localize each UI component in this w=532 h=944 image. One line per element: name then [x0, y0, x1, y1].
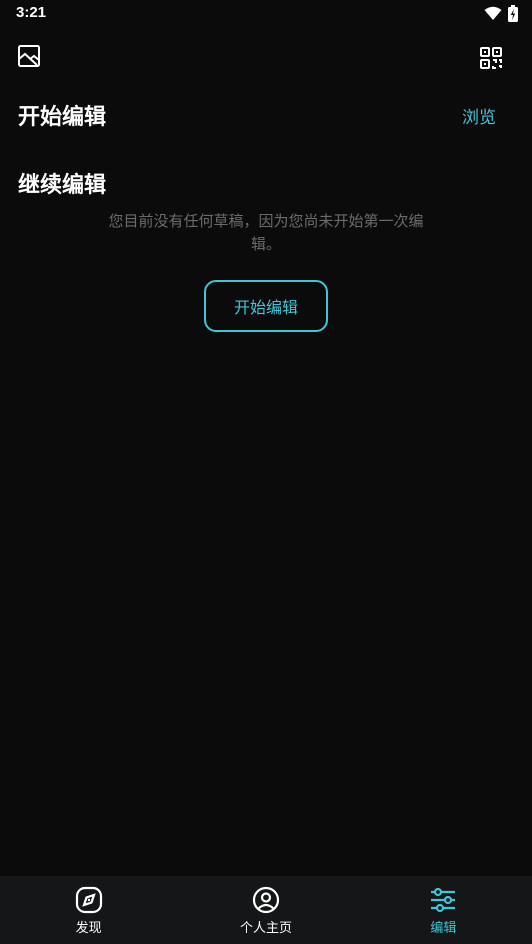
status-time: 3:21 — [16, 4, 47, 21]
sliders-icon — [428, 885, 458, 915]
status-bar: 3:21 — [0, 0, 532, 28]
start-editing-button[interactable]: 开始编辑 — [204, 280, 328, 332]
user-profile-icon — [251, 885, 281, 915]
nav-label-edit: 编辑 — [430, 921, 457, 936]
wifi-icon — [484, 6, 502, 25]
compass-icon — [74, 885, 104, 915]
nav-label-profile: 个人主页 — [239, 921, 292, 936]
image-icon[interactable] — [16, 43, 42, 69]
nav-label-discover: 发现 — [75, 921, 102, 936]
battery-charging-icon — [508, 5, 518, 26]
app-screen: 3:21 开始编辑 浏览 继续编辑 您目前没有任何草稿，因为您尚未开始第一次编辑… — [0, 0, 532, 944]
status-icons — [484, 5, 518, 26]
browse-link[interactable]: 浏览 — [462, 103, 496, 128]
qr-code-icon[interactable] — [478, 45, 504, 71]
nav-item-discover[interactable]: 发现 — [0, 876, 177, 944]
empty-drafts-message: 您目前没有任何草稿，因为您尚未开始第一次编辑。 — [108, 212, 424, 253]
continue-editing-title: 继续编辑 — [18, 173, 107, 198]
nav-item-profile[interactable]: 个人主页 — [177, 876, 354, 944]
nav-item-edit[interactable]: 编辑 — [355, 876, 532, 944]
bottom-nav: 发现 个人主页 编辑 — [0, 876, 532, 944]
start-editing-title: 开始编辑 — [18, 105, 107, 130]
